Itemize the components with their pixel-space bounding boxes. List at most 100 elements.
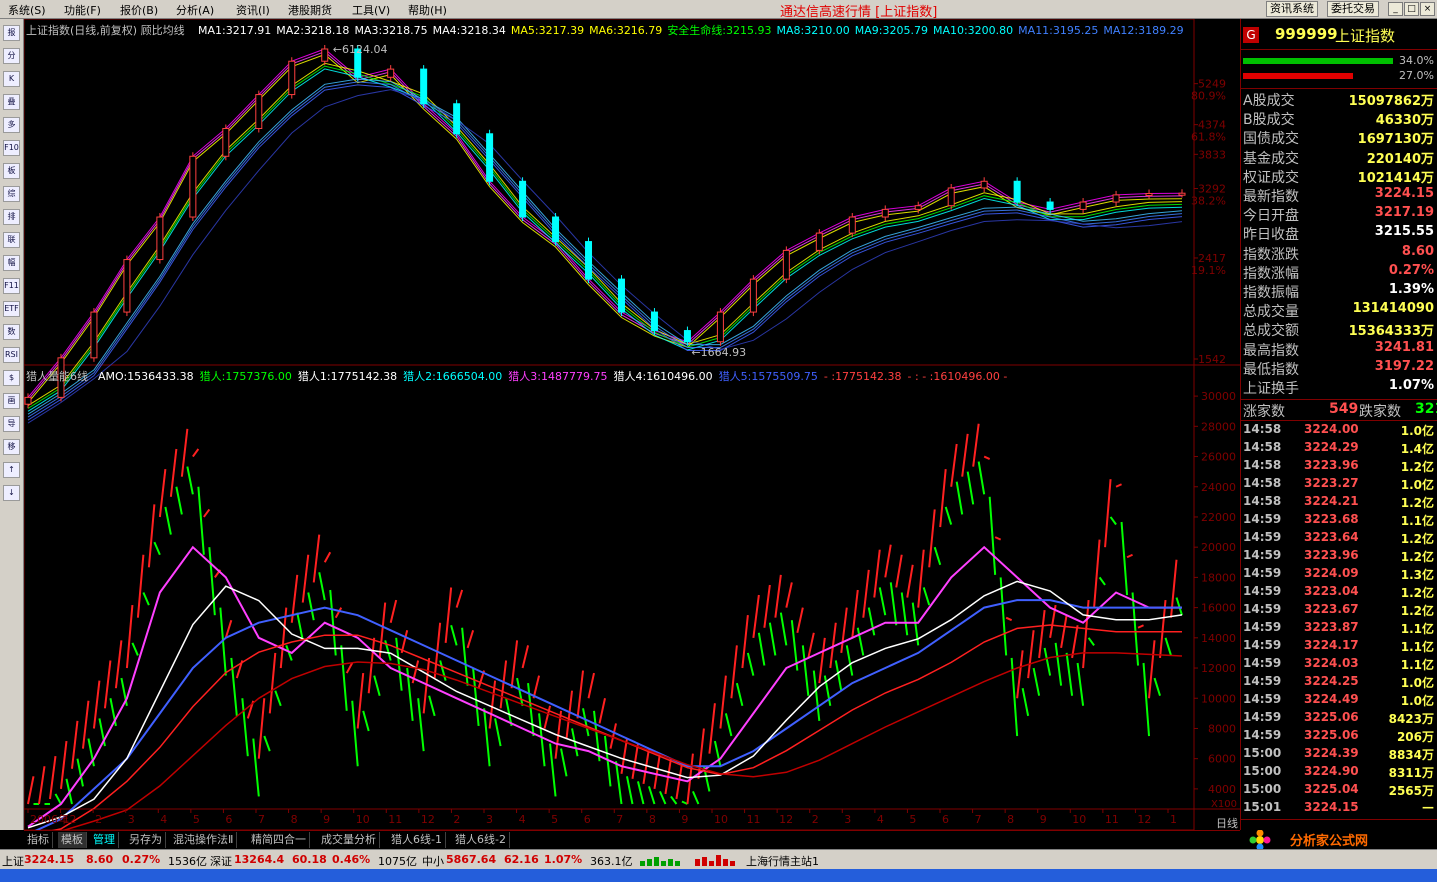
tab-4[interactable]: 混沌操作法Ⅱ [170,832,238,848]
sub-line-2 [34,599,1182,830]
menu-item-3[interactable]: 分析(A) [176,2,214,18]
toolbar-icon-1[interactable]: 分 [3,48,20,64]
candle-body [749,278,757,313]
stat-label: 总成交量 [1243,304,1299,321]
hunter-segment [626,776,634,805]
menu-item-1[interactable]: 功能(F) [64,2,101,18]
stat-label: 今日开盘 [1243,208,1299,225]
x-tick-label: 5 [909,813,916,826]
toolbar-icon-9[interactable]: 联 [3,232,20,248]
hunter-segment [845,645,854,676]
stat-value: 1.07% [1388,378,1434,393]
hunter-segment [889,582,898,626]
toolbar-icon-12[interactable]: ETF [3,301,20,317]
hunter-segment [356,672,365,729]
stat-row: A股成交 15097862万 [1243,90,1436,109]
toolbar-icon-11[interactable]: F11 [3,278,20,294]
toolbar-icon-6[interactable]: 板 [3,163,20,179]
chart-area[interactable]: 5249 80.9% 4374 61.8% 3833 3292 38.2% 2417 19.1%… [24,19,1240,830]
tick-row: 14:58 3223.96 1.2亿 [1243,458,1436,476]
tab-7[interactable]: 猎人6线-1 [388,832,446,848]
toolbar-icon-7[interactable]: 综 [3,186,20,202]
toolbar-icon-17[interactable]: 导 [3,416,20,432]
minimize-icon[interactable]: _ [1388,2,1403,16]
zx-value: 5867.64 [446,853,497,866]
hunter-segment [763,584,771,628]
x-tick-label: 6 [225,813,232,826]
hunter-segment [455,589,464,608]
tick-row: 15:00 3224.39 8834万 [1243,746,1436,764]
toolbar-icon-2[interactable]: K [3,71,20,87]
tab-6[interactable]: 成交量分析 [318,832,380,848]
status-bar: 上证 3224.15 8.60 0.27% 1536亿 深证 13264.4 6… [0,849,1437,869]
toolbar-icon-18[interactable]: 移 [3,439,20,455]
maximize-icon[interactable]: □ [1404,2,1419,16]
tab-1[interactable]: 模板 [58,832,87,848]
toolbar-icon-3[interactable]: 叠 [3,94,20,110]
toolbar-icon-16[interactable]: 画 [3,393,20,409]
sub-label-5: 猎人4:1610496.00 [613,370,713,383]
stat-row: 总成交量 131414090 [1243,301,1436,320]
toolbar-icon-19[interactable]: ↑ [3,462,20,478]
high-label: ←6124.04 [333,43,388,56]
ma-label-7: 安全生命线:3215.93 [667,24,772,37]
hunter-segment [203,508,211,518]
toolbar-icon-0[interactable]: 报 [3,25,20,41]
y-tick-label: 1542 [1198,353,1226,366]
hunter-segment [367,637,376,694]
tab-5[interactable]: 精简四合一 [248,832,310,848]
toolbar-icon-13[interactable]: 数 [3,324,20,340]
candle-body [1178,192,1186,196]
close-icon[interactable]: × [1420,2,1435,16]
toolbar-icon-4[interactable]: 多 [3,117,20,133]
tick-time: 14:58 [1243,440,1282,454]
tick-time: 14:59 [1243,584,1282,598]
candle-body [288,60,296,96]
sz-label: 深证 [210,855,232,868]
tick-row: 14:59 3224.17 1.1亿 [1243,638,1436,656]
toolbar-icon-14[interactable]: RSI [3,347,20,363]
sh-pct: 0.27% [122,853,161,866]
stat-label: 权证成交 [1243,169,1299,186]
menu-item-4[interactable]: 资讯(I) [236,2,270,18]
trade-button[interactable]: 委托交易 [1327,1,1379,17]
toolbar-icon-15[interactable]: $ [3,370,20,386]
hunter-segment [708,703,716,754]
tab-3[interactable]: 另存为 [126,832,166,848]
menu-item-5[interactable]: 港股期货 [288,2,332,18]
sz-value: 13264.4 [234,853,285,866]
hunter-segment [724,713,733,737]
hunter-segment [483,708,491,767]
toolbar-icon-5[interactable]: F10 [3,140,20,156]
watermark-title: 分析家公式网 [1290,834,1369,849]
tab-8[interactable]: 猎人6线-2 [452,832,510,848]
toolbar-icon-10[interactable]: 幅 [3,255,20,271]
hunter-segment [169,448,178,497]
x-tick-label: 4 [519,813,526,826]
sub-y-tick-label: 22000 [1201,511,1236,524]
stat-value: 3197.22 [1374,358,1434,374]
news-system-button[interactable]: 资讯系统 [1266,1,1318,17]
x-tick-label: 10 [356,813,370,826]
tick-time: 14:59 [1243,620,1282,634]
menu-item-2[interactable]: 报价(B) [120,2,158,18]
hunter-segment [27,776,35,805]
stat-value: 1697130万 [1357,132,1434,148]
stat-value: 15364333万 [1348,324,1434,340]
hunter-segment [648,786,656,805]
menu-item-6[interactable]: 工具(V) [352,2,390,18]
hunter-segment [444,587,453,643]
toolbar-icon-8[interactable]: 排 [3,209,20,225]
menu-item-7[interactable]: 帮助(H) [408,2,447,18]
menu-item-0[interactable]: 系统(S) [8,2,46,18]
toolbar-icon-20[interactable]: ↓ [3,485,20,501]
ma-line-2 [27,53,1183,404]
tick-time: 14:58 [1243,494,1282,508]
tab-0[interactable]: 指标 [24,832,53,848]
hunter-segment [774,574,782,618]
hunter-segment [257,698,266,759]
hunter-segment [900,592,909,636]
hunter-segment [175,486,183,515]
tab-2[interactable]: 管理 [90,832,119,848]
stat-value: 3224.15 [1374,186,1434,201]
